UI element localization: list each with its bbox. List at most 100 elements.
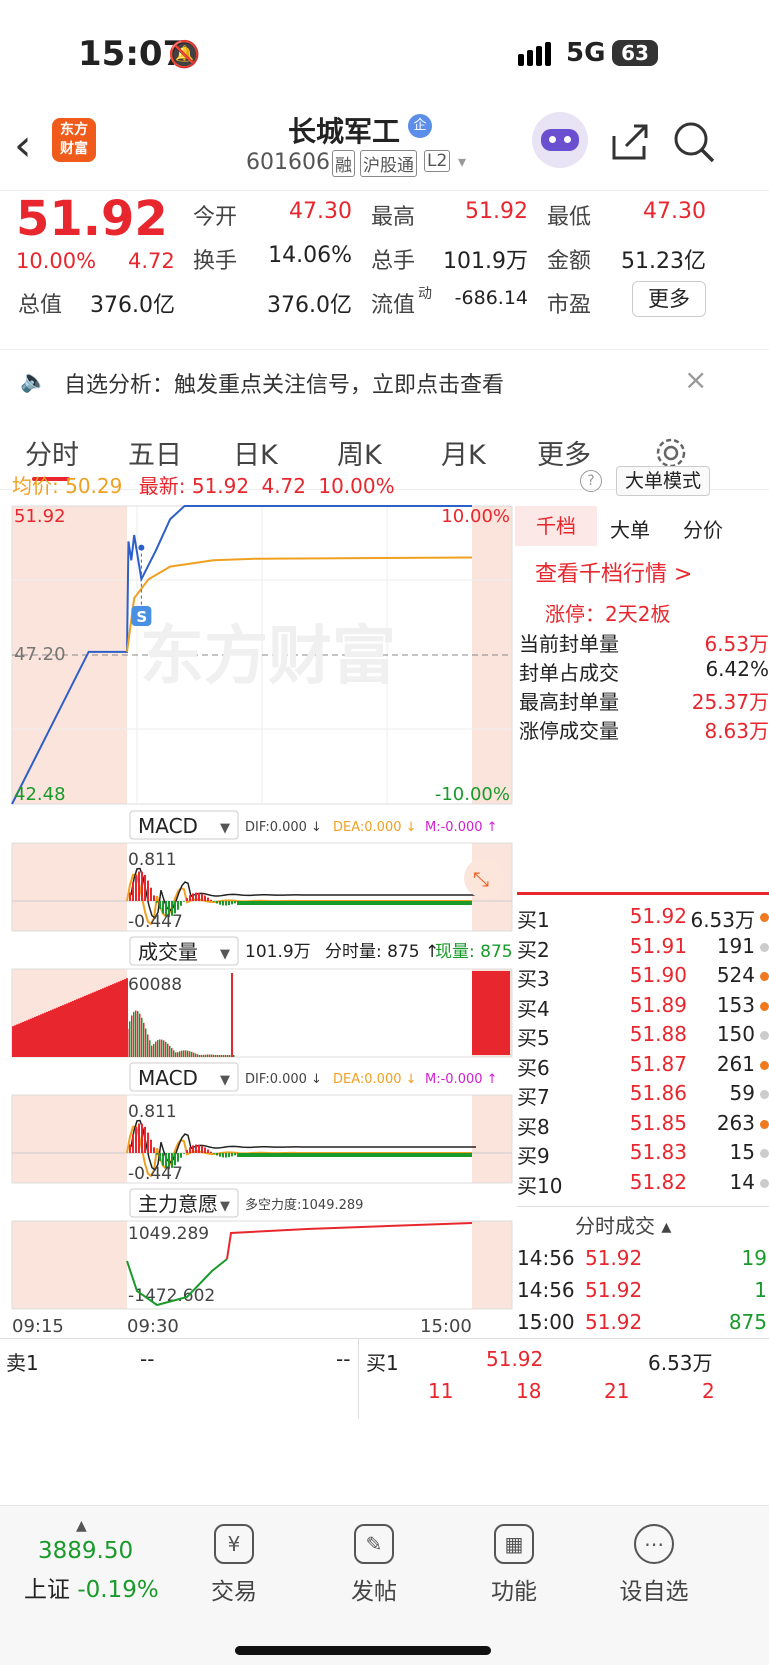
right-tabs: 千档 大单 分价 — [515, 506, 769, 546]
tab-depth[interactable]: 千档 — [515, 506, 597, 546]
volume-bar — [221, 1055, 223, 1057]
macd-bar — [237, 1153, 472, 1157]
volume-bar — [34, 1016, 36, 1057]
macd-bar — [150, 887, 152, 901]
battery-icon: 63 — [612, 40, 658, 66]
preopen-band — [12, 1095, 127, 1183]
tab-week-k[interactable]: 周K — [337, 433, 382, 472]
big-order-mode-button[interactable]: 大单模式 — [616, 466, 711, 496]
quote-label: 换手 — [193, 249, 238, 274]
add-watchlist-button[interactable]: ⋯ 设自选 — [599, 1524, 709, 1606]
divider — [517, 1206, 769, 1207]
bid-volume: 59 — [729, 1081, 755, 1105]
share-icon[interactable] — [610, 122, 650, 162]
tab-big-order[interactable]: 大单 — [610, 514, 650, 543]
volume-bar — [181, 1050, 183, 1057]
volume-bar — [195, 1053, 197, 1057]
trade-button[interactable]: ¥ 交易 — [179, 1524, 289, 1606]
bid-row: 买6 51.87 261 — [517, 1052, 769, 1083]
indicator-legend: 现量: 875 — [435, 942, 513, 962]
volume-bar — [165, 1041, 167, 1057]
home-indicator — [235, 1646, 491, 1655]
tab-day-k[interactable]: 日K — [233, 433, 278, 472]
volume-bar — [20, 1022, 22, 1057]
volume-bar — [52, 1009, 54, 1057]
bid-row: 买3 51.90 524 — [517, 963, 769, 994]
bid-volume: 6.53万 — [690, 908, 755, 932]
tab-more[interactable]: 更多 — [537, 433, 591, 472]
post-button[interactable]: ✎ 发帖 — [319, 1524, 429, 1606]
search-icon[interactable] — [672, 120, 716, 164]
back-icon[interactable]: ‹ — [14, 120, 32, 171]
bid-row: 买10 51.82 14 — [517, 1170, 769, 1201]
volume-bar — [137, 1011, 139, 1057]
volume-bar — [78, 998, 80, 1057]
bid-volume: 524 — [716, 963, 755, 987]
quote-value: 51.92 — [465, 199, 528, 224]
limit-stat-row: 最高封单量 25.37万 — [519, 686, 769, 717]
stock-code: 601606 — [246, 150, 330, 175]
tab-intraday[interactable]: 分时 — [25, 433, 79, 472]
volume-bar — [108, 985, 110, 1057]
volume-bar — [207, 1054, 209, 1057]
tab-price-dist[interactable]: 分价 — [683, 514, 723, 543]
queue-item: 18 — [516, 1379, 542, 1403]
volume-bar — [215, 1055, 217, 1057]
chevron-down-icon: ▼ — [220, 947, 230, 962]
sell1-label: 卖1 — [6, 1351, 39, 1375]
bid-price: 51.87 — [629, 1051, 687, 1076]
index-value[interactable]: 3889.50 — [38, 1538, 133, 1564]
volume-bar — [143, 1022, 145, 1057]
tab-month-k[interactable]: 月K — [441, 433, 486, 472]
macd-bar — [180, 1153, 182, 1158]
force-line-up — [226, 1222, 473, 1260]
volume-bar — [102, 988, 104, 1057]
volume-bar — [120, 980, 122, 1057]
divider — [358, 1339, 359, 1419]
volume-bar — [114, 983, 116, 1057]
macd-bar — [180, 901, 182, 906]
close-band — [472, 1095, 512, 1183]
help-icon[interactable]: ? — [580, 470, 602, 492]
robot-assistant-icon[interactable] — [532, 112, 588, 168]
sell1-vol: -- — [336, 1347, 351, 1371]
volume-bar — [90, 993, 92, 1057]
index-line[interactable]: 上证 -0.19% — [24, 1570, 159, 1604]
quote-value: 101.9万 — [443, 249, 528, 274]
more-dots-icon: ⋯ — [634, 1524, 674, 1564]
volume-bar — [100, 989, 102, 1057]
mute-bell-icon: 🔕 — [168, 40, 201, 70]
dropdown-icon[interactable]: ▾ — [458, 152, 466, 171]
volume-bar — [155, 1041, 157, 1057]
chevron-down-icon: ▼ — [220, 821, 230, 836]
volume-bar — [76, 999, 78, 1057]
function-button[interactable]: ▦ 功能 — [459, 1524, 569, 1606]
bid-volume: 14 — [729, 1169, 755, 1194]
indicator-name: MACD — [138, 814, 198, 838]
preopen-band — [12, 843, 127, 931]
divider — [517, 892, 769, 895]
volume-bar — [24, 1021, 26, 1057]
intraday-charts[interactable]: 东方财富S 51.92 47.20 42.48 10.00% -10.00% MACD ▼ DI… — [0, 500, 515, 1340]
tab-five-day[interactable]: 五日 — [128, 433, 182, 472]
more-button[interactable]: 更多 — [632, 281, 706, 317]
bid-price: 51.85 — [629, 1110, 687, 1135]
ticks-title[interactable]: 分时成交 ▴ — [575, 1210, 671, 1239]
close-icon[interactable]: × — [684, 363, 707, 396]
volume-bar — [98, 990, 100, 1057]
volume-bar — [153, 1043, 155, 1057]
settings-gear-icon[interactable] — [655, 437, 687, 469]
macd-bar — [129, 1144, 131, 1153]
avg-label: 均价: — [12, 474, 59, 498]
macd-bar — [153, 1147, 155, 1153]
volume-bar — [227, 1055, 229, 1057]
macd-bar — [150, 1139, 152, 1153]
chevron-down-icon: ▼ — [220, 1199, 230, 1214]
depth-link[interactable]: 查看千档行情 > — [535, 556, 692, 588]
volume-bar — [197, 1054, 199, 1057]
queue-item: 21 — [604, 1379, 630, 1403]
change-pct: 10.00% — [16, 249, 97, 273]
watermark: 东方财富 — [140, 620, 396, 694]
notice-bar[interactable]: 🔈 自选分析：触发重点关注信号，立即点击查看 × — [0, 355, 769, 410]
bid-label: 买10 — [517, 1173, 563, 1198]
